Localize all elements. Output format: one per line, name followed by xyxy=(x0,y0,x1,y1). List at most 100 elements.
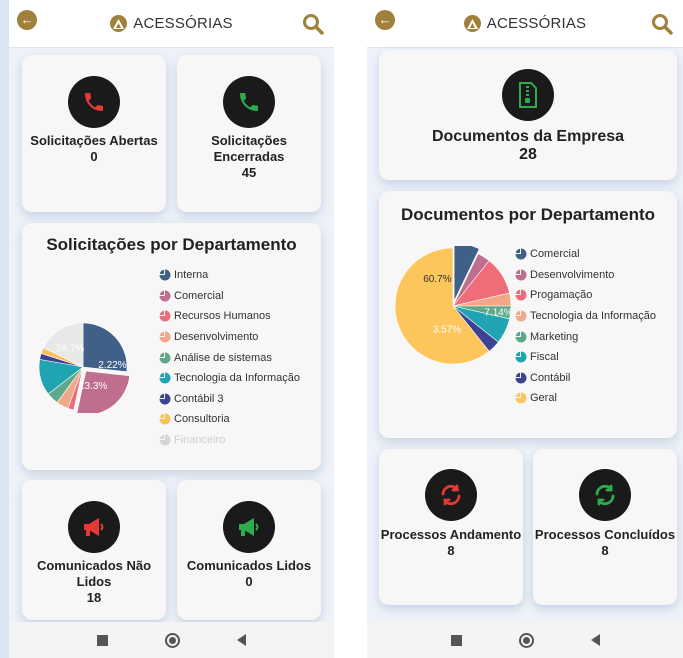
card-title: Solicitações Abertas xyxy=(30,133,158,148)
legend-label: Desenvolvimento xyxy=(530,268,615,281)
card-title: Comunicados Lidos xyxy=(186,558,312,573)
legend-item[interactable]: Fiscal xyxy=(515,347,656,368)
legend-label: Desenvolvimento xyxy=(174,331,259,344)
card-title: Comunicados Não Lidos xyxy=(36,558,152,589)
megaphone-icon xyxy=(223,501,275,553)
legend-item[interactable]: Interna xyxy=(159,265,300,286)
legend-item[interactable]: Contábil 3 xyxy=(159,389,300,410)
legend-item[interactable]: Tecnologia da Informação xyxy=(515,306,656,327)
phone-icon xyxy=(223,76,275,128)
search-icon[interactable] xyxy=(651,13,673,35)
legend-item[interactable]: Marketing xyxy=(515,326,656,347)
card-title: Documentos da Empresa xyxy=(431,128,625,145)
pie-legend-icon xyxy=(515,351,527,363)
legend-item[interactable]: Desenvolvimento xyxy=(515,265,656,286)
home-circle-icon[interactable] xyxy=(518,632,534,648)
pie-data-label: 26.7% xyxy=(56,343,84,354)
phone-screen-left: ← ACESSÓRIAS Solicitações Abertas 0 Soli… xyxy=(0,0,334,658)
legend-label: Tecnologia da Informação xyxy=(530,310,656,323)
card-value: 28 xyxy=(519,146,537,163)
pie-data-label: 7.14% xyxy=(484,308,512,319)
recents-square-icon[interactable] xyxy=(450,634,462,646)
refresh-icon xyxy=(425,469,477,521)
dashboard-content: Documentos da Empresa 28 Documentos por … xyxy=(367,48,683,622)
legend-item[interactable]: Tecnologia da Informação xyxy=(159,368,300,389)
card-comunicados-lidos[interactable]: Comunicados Lidos 0 xyxy=(177,480,321,620)
app-title-text: ACESSÓRIAS xyxy=(133,15,233,32)
chart-legend: Interna Comercial Recursos Humanos Desenvol… xyxy=(159,265,300,450)
search-icon[interactable] xyxy=(302,13,324,35)
legend-label: Análise de sistemas xyxy=(174,351,272,364)
pie-data-label: 13.3% xyxy=(79,381,107,392)
pie-legend-icon xyxy=(159,290,171,302)
legend-label: Recursos Humanos xyxy=(174,310,271,323)
card-processos-andamento[interactable]: Processos Andamento 8 xyxy=(379,449,523,605)
legend-item[interactable]: Progamação xyxy=(515,285,656,306)
legend-label: Marketing xyxy=(530,330,579,343)
legend-item[interactable]: Comercial xyxy=(159,286,300,307)
pie-legend-icon xyxy=(515,289,527,301)
pie-legend-icon xyxy=(515,269,527,281)
legend-label: Contábil xyxy=(530,371,571,384)
legend-label: Geral xyxy=(530,392,557,405)
legend-item[interactable]: Análise de sistemas xyxy=(159,347,300,368)
card-value: 0 xyxy=(90,149,98,164)
card-processos-concluidos[interactable]: Processos Concluídos 8 xyxy=(533,449,677,605)
legend-label: Contábil 3 xyxy=(174,392,224,405)
legend-label: Fiscal xyxy=(530,351,559,364)
home-circle-icon[interactable] xyxy=(164,632,180,648)
phone-screen-right: ← ACESSÓRIAS Documentos da Empresa 28 Do… xyxy=(367,0,683,658)
app-title: ACESSÓRIAS xyxy=(110,15,233,32)
chart-title: Solicitações por Departamento xyxy=(46,235,297,254)
megaphone-icon xyxy=(68,501,120,553)
card-value: 8 xyxy=(447,543,455,558)
back-arrow-icon[interactable]: ← xyxy=(375,10,395,30)
recents-square-icon[interactable] xyxy=(97,634,109,646)
card-value: 8 xyxy=(601,543,609,558)
pie-legend-icon xyxy=(515,248,527,260)
zip-file-icon xyxy=(502,69,554,121)
pie-data-label: 60.7% xyxy=(423,274,451,285)
legend-item[interactable]: Comercial xyxy=(515,244,656,265)
card-title: Processos Concluídos xyxy=(534,527,676,542)
card-comunicados-nao-lidos[interactable]: Comunicados Não Lidos 18 xyxy=(22,480,166,620)
dashboard-content: Solicitações Abertas 0 Solicitações Ence… xyxy=(9,48,334,622)
chart-card-documentos: Documentos por Departamento 60.7% 7.14% 3.… xyxy=(379,191,677,438)
pie-chart-solicitacoes[interactable]: 26.7% 2.22% 13.3% xyxy=(37,321,129,413)
pie-legend-icon xyxy=(159,331,171,343)
app-title: ACESSÓRIAS xyxy=(463,15,587,32)
card-value: 0 xyxy=(245,574,253,589)
chart-card-solicitacoes: Solicitações por Departamento 26.7% 2.22%… xyxy=(22,223,321,470)
legend-item[interactable]: Financeiro xyxy=(159,430,300,451)
back-arrow-icon[interactable]: ← xyxy=(17,10,37,30)
legend-label: Interna xyxy=(174,269,209,282)
card-solicitacoes-encerradas[interactable]: Solicitações Encerradas 45 xyxy=(177,55,321,212)
pie-chart-documentos[interactable]: 60.7% 7.14% 3.57% xyxy=(393,246,513,366)
legend-item[interactable]: Desenvolvimento xyxy=(159,327,300,348)
legend-item[interactable]: Geral xyxy=(515,388,656,409)
pie-legend-icon xyxy=(515,331,527,343)
legend-label: Consultoria xyxy=(174,413,230,426)
app-title-text: ACESSÓRIAS xyxy=(486,15,587,32)
card-documentos-empresa[interactable]: Documentos da Empresa 28 xyxy=(379,50,677,180)
pie-legend-icon xyxy=(515,372,527,384)
card-solicitacoes-abertas[interactable]: Solicitações Abertas 0 xyxy=(22,55,166,212)
acessorias-logo-icon xyxy=(110,15,128,32)
legend-label: Tecnologia da Informação xyxy=(174,372,300,385)
legend-label: Financeiro xyxy=(174,434,226,447)
pie-legend-icon xyxy=(515,310,527,322)
phone-icon xyxy=(68,76,120,128)
pie-data-label: 2.22% xyxy=(98,360,126,371)
acessorias-logo-icon xyxy=(463,15,481,32)
pie-legend-icon xyxy=(159,269,171,281)
legend-item[interactable]: Recursos Humanos xyxy=(159,306,300,327)
back-triangle-icon[interactable] xyxy=(236,634,246,646)
card-title: Processos Andamento xyxy=(380,527,522,542)
legend-item[interactable]: Contábil xyxy=(515,368,656,389)
legend-item[interactable]: Consultoria xyxy=(159,409,300,430)
pie-legend-icon xyxy=(159,352,171,364)
back-triangle-icon[interactable] xyxy=(590,634,600,646)
app-header: ← ACESSÓRIAS xyxy=(9,0,334,48)
app-header: ← ACESSÓRIAS xyxy=(367,0,683,48)
chart-title: Documentos por Departamento xyxy=(400,205,656,224)
